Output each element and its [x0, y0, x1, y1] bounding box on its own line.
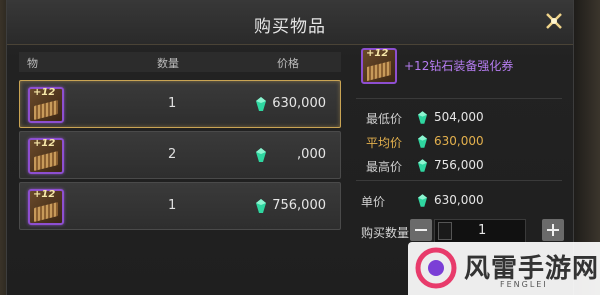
gem-icon [256, 199, 266, 213]
header-quantity: 数量 [157, 57, 179, 70]
row-quantity: 2 [168, 147, 177, 162]
unit-price-value: 630,000 [434, 193, 484, 207]
gem-icon [256, 148, 266, 162]
quantity-value: 1 [478, 223, 487, 238]
gem-icon [418, 194, 427, 207]
enhance-ticket-icon: +12 [28, 189, 64, 225]
list-header: 物 数量 价格 [19, 52, 341, 72]
row-quantity: 1 [168, 96, 177, 111]
enhance-ticket-icon: +12 [28, 138, 64, 174]
item-name: +12钻石装备强化券 [404, 59, 514, 73]
gem-icon [418, 135, 427, 148]
max-price-label: 最高价 [366, 160, 403, 174]
watermark: 风雷手游网 FENGLEI [408, 242, 600, 295]
watermark-logo [415, 247, 457, 289]
row-price: ,000 [297, 147, 326, 162]
dialog-title: 购买物品 [254, 17, 326, 37]
watermark-subtext: FENGLEI [500, 280, 548, 289]
calculator-icon[interactable] [438, 222, 452, 240]
avg-price-value: 630,000 [434, 134, 484, 148]
max-price-value: 756,000 [434, 158, 484, 172]
increase-quantity-button[interactable] [542, 219, 564, 241]
listing-row[interactable]: +12 1 756,000 [19, 182, 341, 230]
divider [356, 180, 562, 181]
close-button[interactable] [539, 6, 569, 36]
header-price: 价格 [277, 57, 299, 70]
avg-price-label: 平均价 [366, 136, 403, 150]
gem-icon [418, 159, 427, 172]
close-icon [546, 13, 562, 29]
listing-row[interactable]: +12 1 630,000 [19, 80, 341, 128]
row-quantity: 1 [168, 198, 177, 213]
enhance-ticket-icon: +12 [361, 48, 397, 84]
divider [356, 98, 562, 99]
min-price-value: 504,000 [434, 110, 484, 124]
minus-icon [415, 229, 427, 231]
buy-quantity-label: 购买数量 [361, 226, 410, 240]
decrease-quantity-button[interactable] [410, 219, 432, 241]
listing-row[interactable]: +12 2 ,000 [19, 131, 341, 179]
gem-icon [256, 97, 266, 111]
unit-price-label: 单价 [361, 195, 386, 209]
min-price-label: 最低价 [366, 112, 403, 126]
header-item: 物 [27, 57, 38, 70]
row-price: 630,000 [272, 96, 326, 111]
row-price: 756,000 [272, 198, 326, 213]
title-bar: 购买物品 [7, 0, 573, 45]
gem-icon [418, 111, 427, 124]
enhance-ticket-icon: +12 [28, 87, 64, 123]
